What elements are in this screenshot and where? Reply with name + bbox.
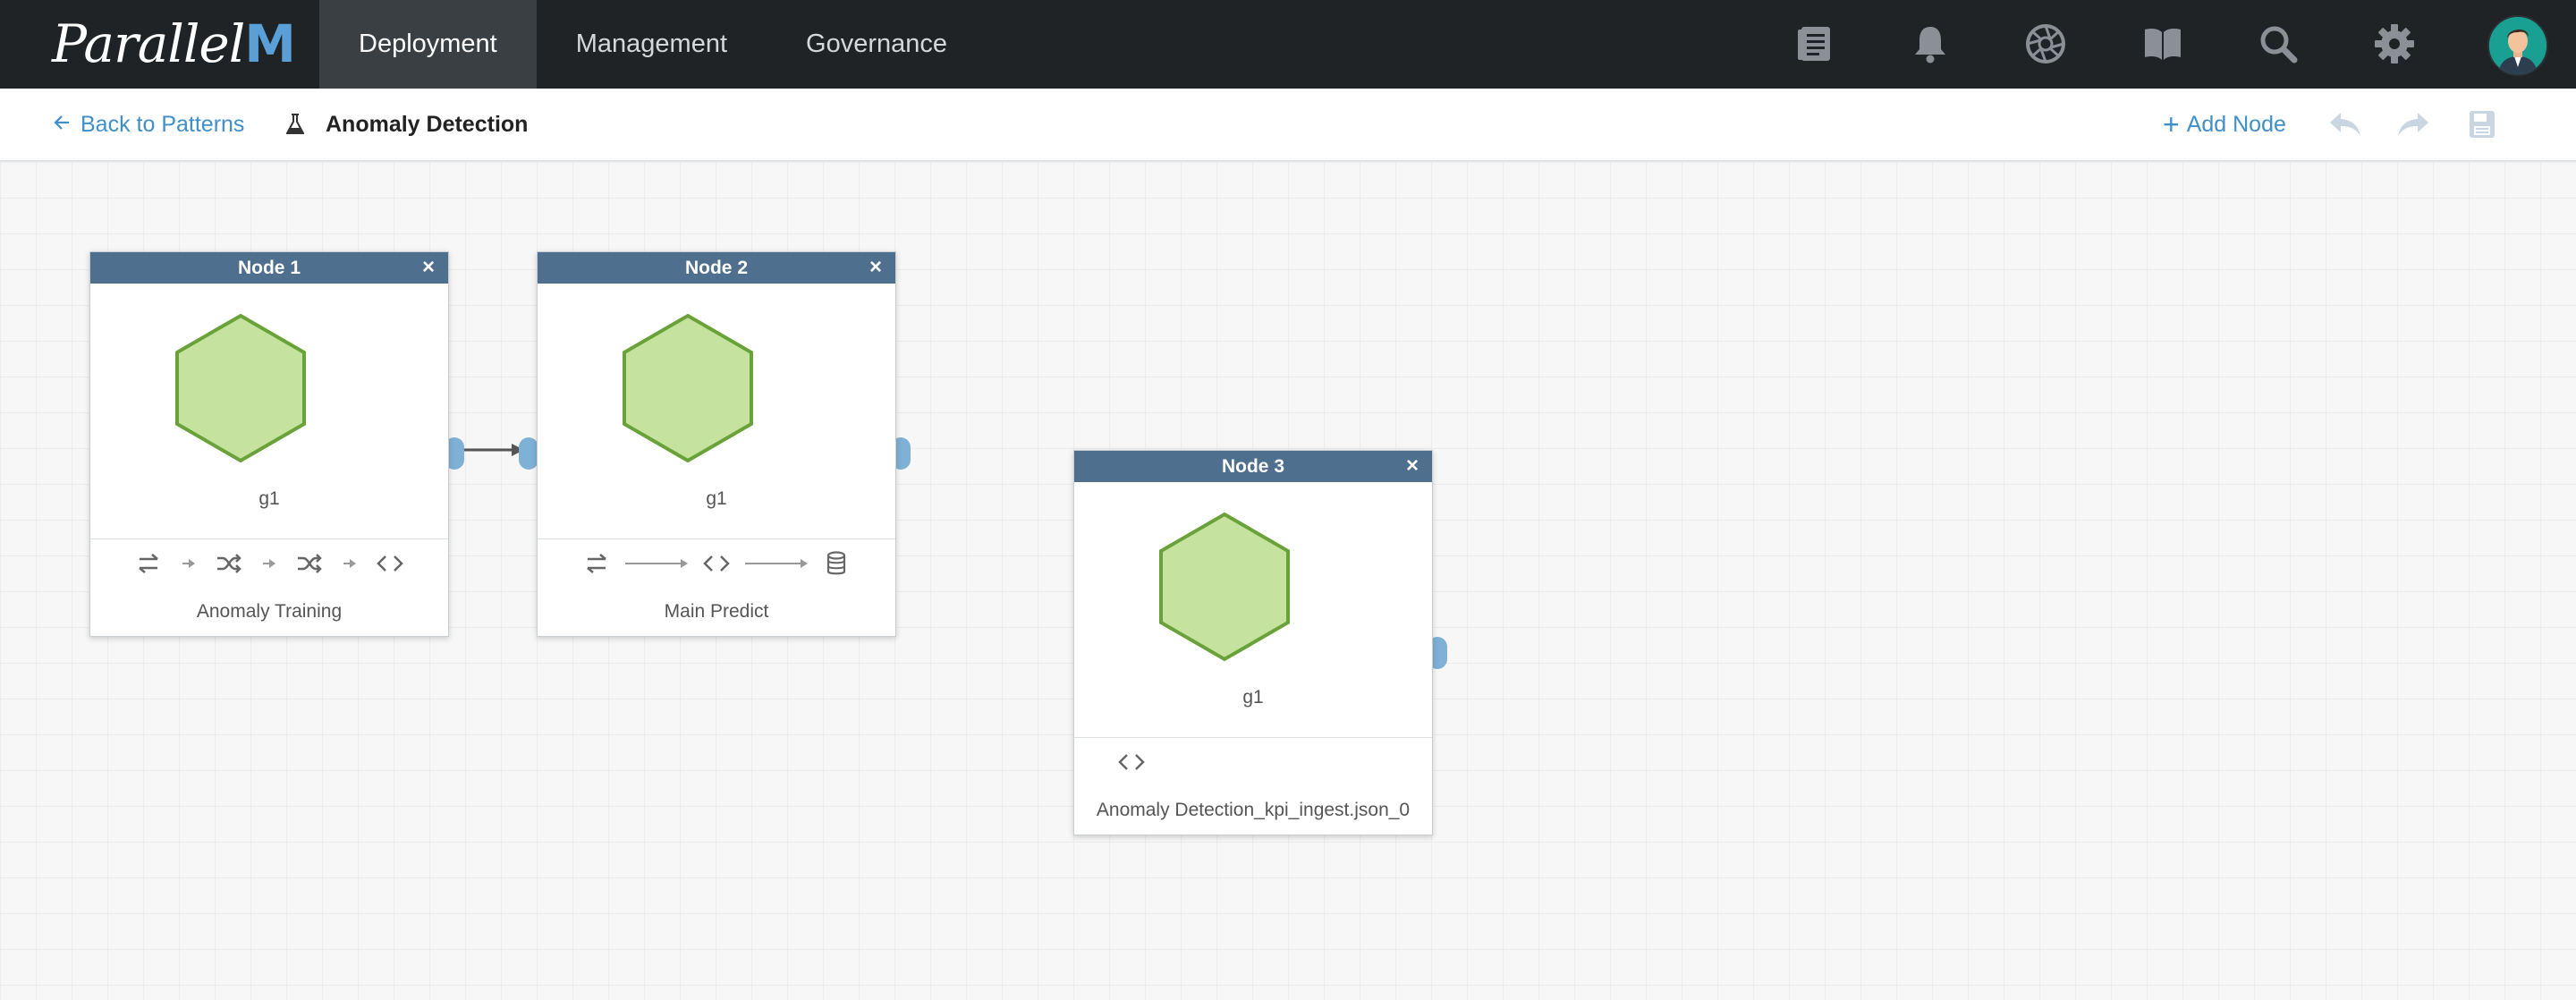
- hexagon-icon: [623, 313, 753, 463]
- node-group-label: g1: [706, 488, 727, 509]
- save-icon[interactable]: [2464, 108, 2500, 140]
- close-icon[interactable]: ×: [416, 254, 441, 281]
- node-label: Anomaly Detection_kpi_ingest.json_0: [1096, 800, 1411, 820]
- transfer-icon[interactable]: [579, 546, 614, 581]
- node-body: g1: [538, 284, 895, 539]
- aperture-icon[interactable]: [2021, 20, 2070, 68]
- pattern-name: Anomaly Detection: [326, 111, 529, 137]
- node-card[interactable]: Node 1 × g1 Anomaly Training: [89, 251, 449, 637]
- pattern-canvas[interactable]: Node 1 × g1 Anomaly Training Node 2 × g1…: [0, 162, 2576, 1000]
- node-body: g1: [90, 284, 448, 539]
- edge-node1-node2: [462, 444, 524, 456]
- gear-icon[interactable]: [2370, 20, 2419, 68]
- long-arrow-icon: [734, 557, 818, 570]
- search-icon[interactable]: [2254, 20, 2302, 68]
- node-card[interactable]: Node 2 × g1 Main Predict: [537, 251, 896, 637]
- arrow-icon: [247, 557, 292, 570]
- logo-text: Parallel: [52, 13, 245, 74]
- logo-accent: M: [244, 13, 296, 74]
- arrow-icon: [327, 557, 372, 570]
- redo-icon[interactable]: [2395, 108, 2431, 140]
- plus-icon: +: [2163, 108, 2180, 140]
- node-group-label: g1: [258, 488, 280, 509]
- node-header[interactable]: Node 3 ×: [1074, 451, 1432, 482]
- node-title: Node 3: [1221, 455, 1284, 477]
- nav-deployment[interactable]: Deployment: [319, 0, 537, 89]
- database-icon[interactable]: [818, 546, 854, 581]
- close-icon[interactable]: ×: [863, 254, 888, 281]
- book-icon[interactable]: [2139, 20, 2187, 68]
- list-icon[interactable]: [1791, 20, 1839, 68]
- back-link-label: Back to Patterns: [80, 111, 245, 137]
- shuffle-icon[interactable]: [211, 546, 247, 581]
- add-node-button[interactable]: + Add Node: [2163, 89, 2286, 160]
- add-node-label: Add Node: [2186, 111, 2286, 137]
- node-card[interactable]: Node 3 × g1 Anomaly Detection_kpi_ingest…: [1073, 450, 1433, 835]
- nav-management[interactable]: Management: [537, 0, 767, 89]
- shuffle-icon[interactable]: [292, 546, 327, 581]
- node-label: Main Predict: [664, 601, 769, 622]
- undo-icon[interactable]: [2327, 108, 2363, 140]
- code-icon[interactable]: [699, 546, 734, 581]
- nav-governance[interactable]: Governance: [767, 0, 987, 89]
- node2-input-port[interactable]: [519, 437, 538, 470]
- pattern-title: Anomaly Detection: [286, 89, 528, 160]
- pattern-toolbar: Back to Patterns Anomaly Detection + Add…: [0, 89, 2576, 162]
- transfer-icon[interactable]: [131, 546, 166, 581]
- node-pipeline: [538, 539, 895, 588]
- back-to-patterns-link[interactable]: Back to Patterns: [54, 89, 244, 160]
- node-label: Anomaly Training: [196, 601, 343, 622]
- hexagon-icon: [1159, 512, 1290, 662]
- avatar[interactable]: [2487, 15, 2548, 76]
- arrow-left-icon: [54, 112, 70, 137]
- code-icon[interactable]: [1114, 744, 1149, 780]
- node-title: Node 2: [684, 257, 748, 278]
- node-pipeline: [90, 539, 448, 588]
- hexagon-icon: [175, 313, 306, 463]
- node-body: g1: [1074, 482, 1432, 738]
- node-header[interactable]: Node 2 ×: [538, 252, 895, 284]
- parallelm-logo[interactable]: Parallel M: [52, 13, 296, 74]
- arrow-icon: [166, 557, 211, 570]
- close-icon[interactable]: ×: [1400, 453, 1425, 479]
- top-navbar: Parallel M Deployment Management Governan…: [0, 0, 2576, 89]
- node-group-label: g1: [1242, 687, 1264, 708]
- node-title: Node 1: [237, 257, 301, 278]
- bell-icon[interactable]: [1906, 20, 1954, 68]
- long-arrow-icon: [614, 557, 699, 570]
- node-pipeline: [1074, 738, 1432, 786]
- main-nav: Deployment Management Governance: [319, 0, 987, 89]
- node-header[interactable]: Node 1 ×: [90, 252, 448, 284]
- flask-icon: [286, 114, 304, 135]
- code-icon[interactable]: [372, 546, 408, 581]
